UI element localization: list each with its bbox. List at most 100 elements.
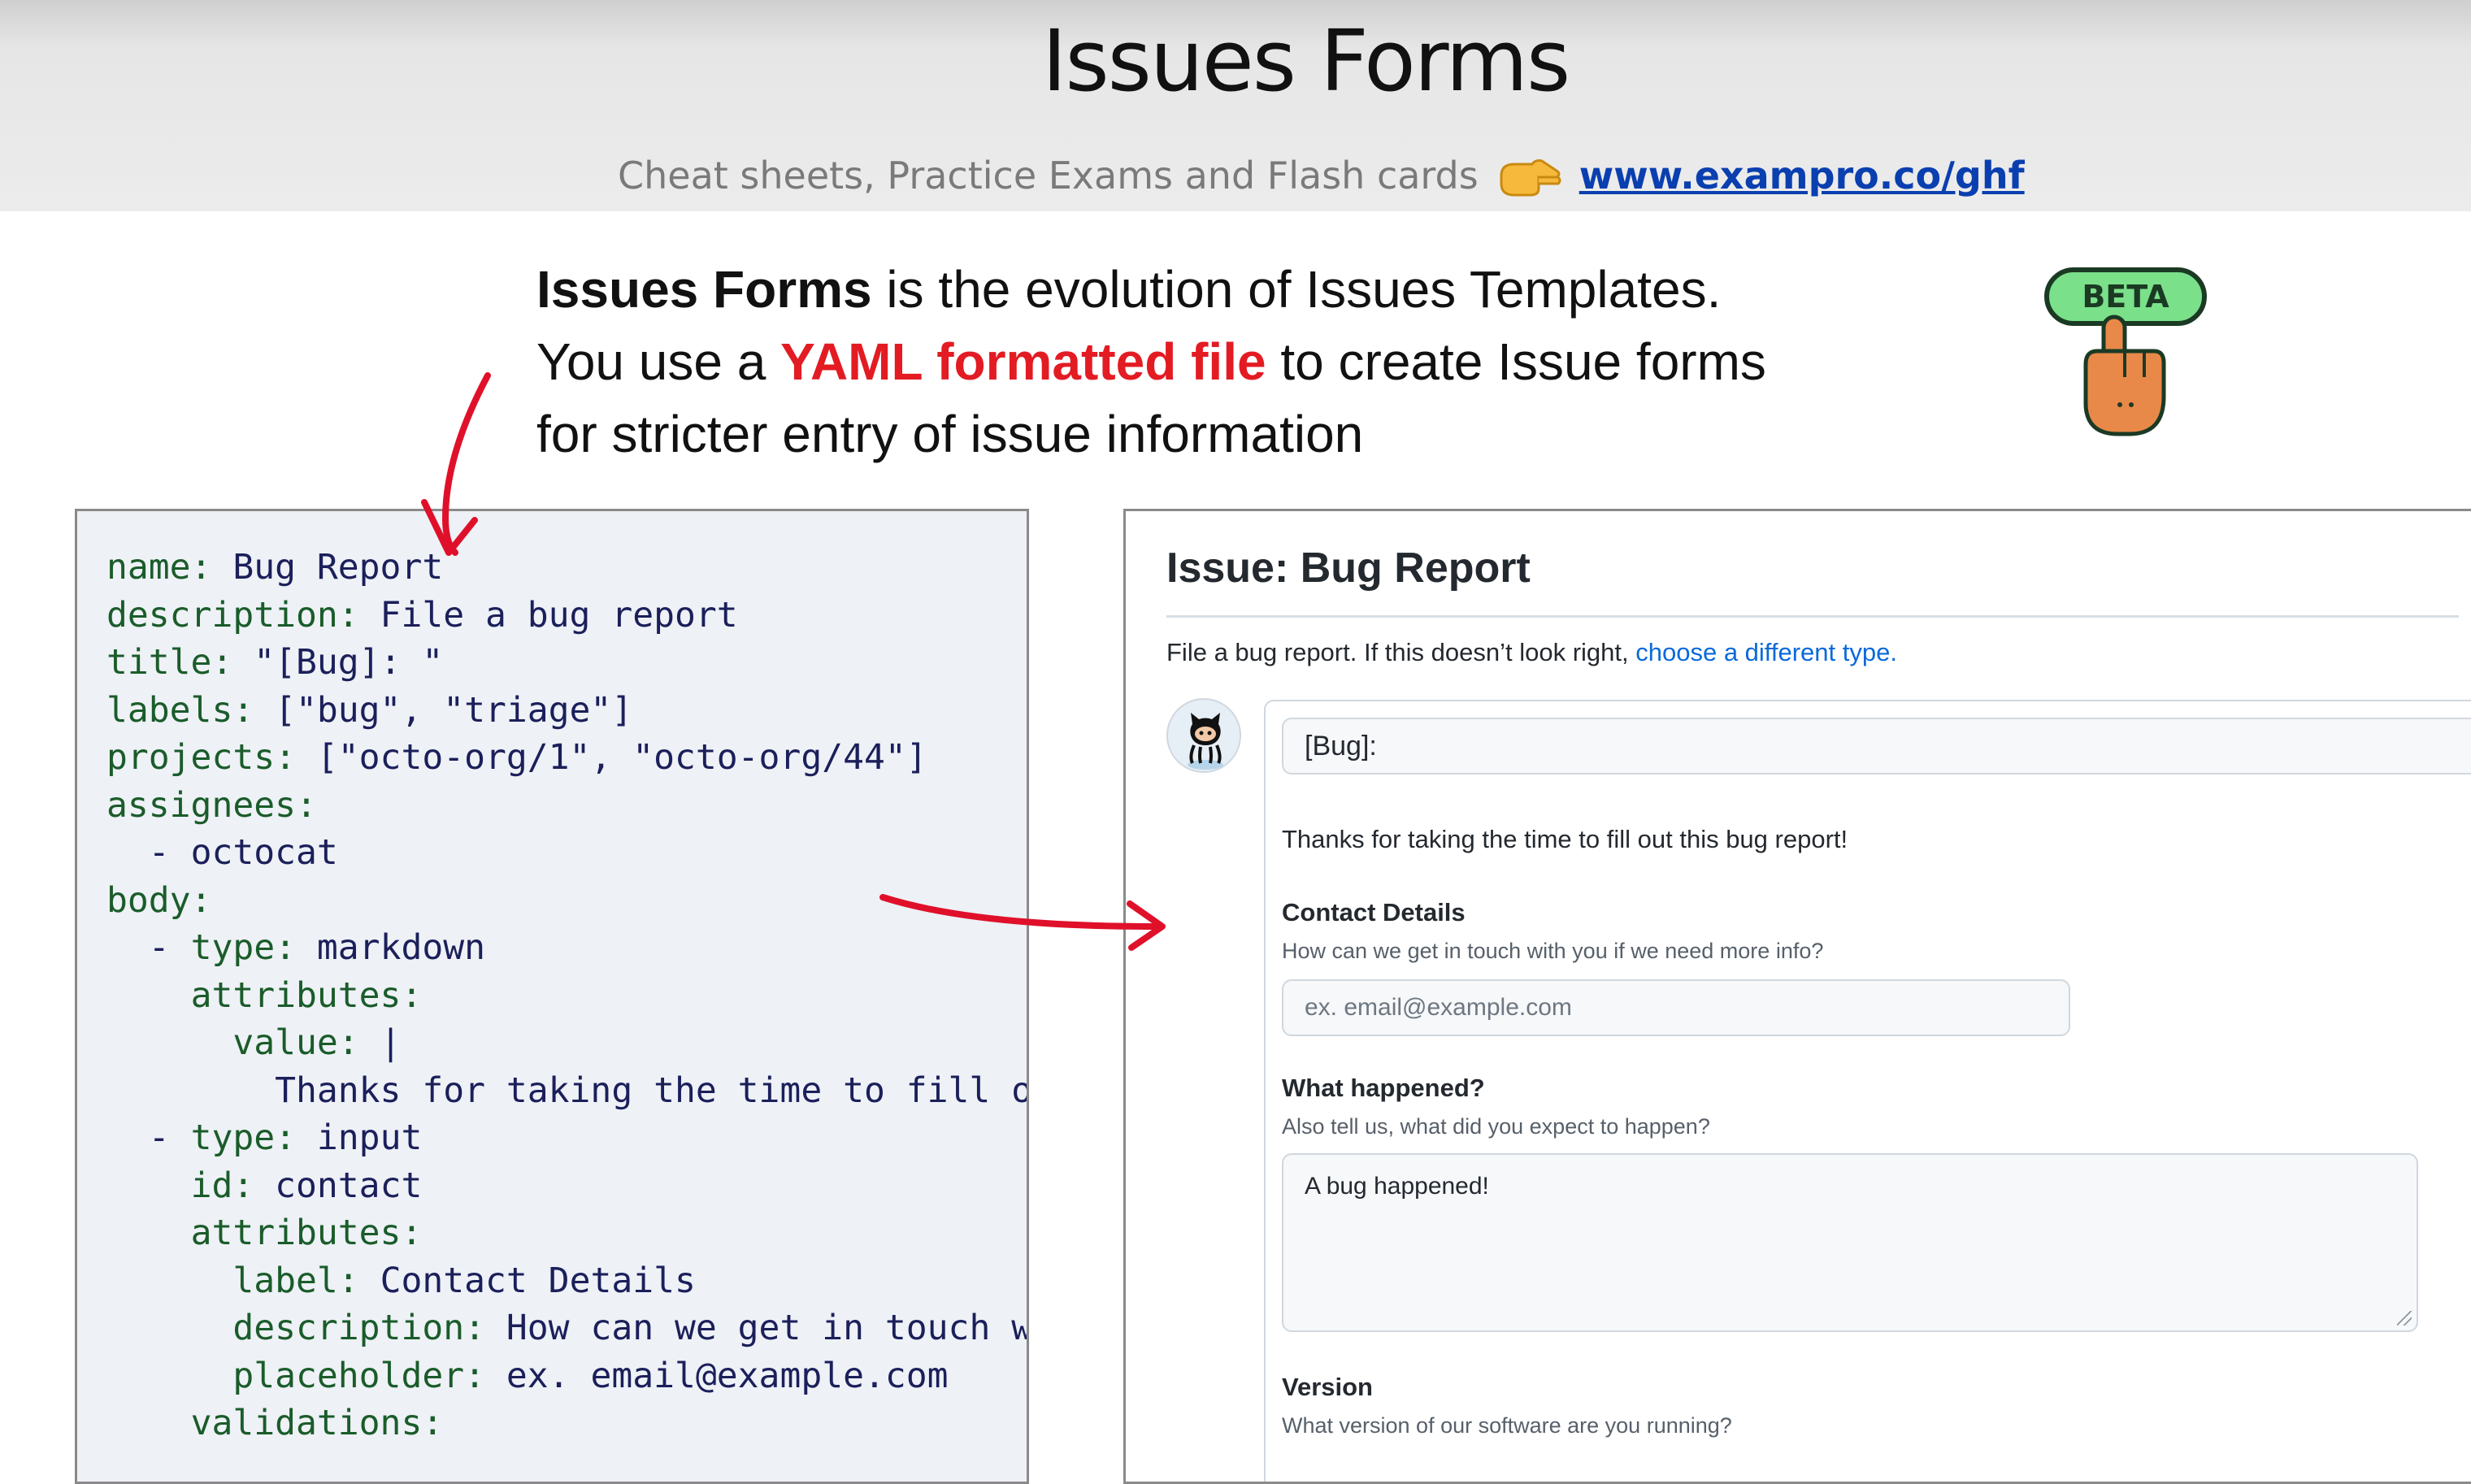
promo-bar: Cheat sheets, Practice Exams and Flash c… [618, 143, 2025, 208]
version-help: What version of our software are you run… [1282, 1413, 1732, 1438]
intro-bold-term: Issues Forms [536, 260, 872, 319]
intro-line-3: for stricter entry of issue information [536, 405, 1364, 463]
code-value: octocat [190, 832, 338, 873]
code-key: description: [232, 1308, 486, 1348]
code-line: description: File a bug report [106, 592, 1027, 640]
intro-line-2-end: to create Issue forms [1266, 332, 1766, 391]
code-value: Contact Details [358, 1260, 696, 1301]
what-happened-help: Also tell us, what did you expect to hap… [1282, 1114, 1710, 1139]
octocat-icon [1166, 698, 1241, 773]
code-key: value: [232, 1022, 359, 1063]
code-value: Bug Report [211, 547, 444, 588]
code-line: validations: [106, 1399, 1027, 1447]
form-description: File a bug report. If this doesn’t look … [1166, 638, 1897, 667]
issue-title-input[interactable]: [Bug]: [1282, 718, 2471, 775]
code-value: | [358, 1022, 402, 1063]
code-line: - type: markdown [106, 924, 1027, 972]
intro-line-2: You use a YAML formatted file to create … [536, 326, 1870, 398]
code-line: label: Contact Details [106, 1257, 1027, 1305]
resize-grip-icon[interactable] [2397, 1311, 2412, 1326]
contact-help: How can we get in touch with you if we n… [1282, 939, 1824, 963]
beta-label: BETA [2082, 279, 2169, 315]
pointing-hand-icon [1496, 151, 1561, 200]
code-line: labels: ["bug", "triage"] [106, 687, 1027, 735]
code-key: attributes: [190, 974, 423, 1016]
code-line: projects: ["octo-org/1", "octo-org/44"] [106, 734, 1027, 782]
intro-text: Issues Forms is the evolution of Issues … [536, 254, 1870, 471]
code-line: attributes: [106, 972, 1027, 1020]
code-key: type: [190, 1117, 297, 1158]
code-line: - type: input [106, 1114, 1027, 1162]
code-line: value: | [106, 1019, 1027, 1067]
intro-line-2-start: You use a [536, 332, 781, 391]
code-indent: - [106, 832, 191, 873]
what-happened-label: What happened? [1282, 1074, 1485, 1102]
code-indent: - [106, 927, 191, 968]
beta-badge: BETA [2040, 267, 2211, 437]
code-key: body: [106, 879, 212, 921]
intro-line-1: Issues Forms is the evolution of Issues … [536, 254, 1870, 326]
code-value: contact [254, 1165, 423, 1206]
hand-press-icon [2083, 315, 2166, 436]
what-happened-value: A bug happened! [1305, 1173, 1489, 1200]
code-value: File a bug report [358, 594, 738, 636]
code-value: Thanks for taking the time to fill out [275, 1070, 1029, 1111]
code-line: name: Bug Report [106, 544, 1027, 592]
slide-header: Issues Forms Cheat sheets, Practice Exam… [0, 0, 2471, 211]
code-line: title: "[Bug]: " [106, 639, 1027, 687]
form-divider [1166, 615, 2459, 618]
code-key: projects: [106, 737, 296, 778]
code-key: name: [106, 547, 212, 588]
code-key: validations: [190, 1403, 444, 1443]
code-key: type: [190, 927, 297, 968]
promo-link[interactable]: www.exampro.co/ghf [1579, 154, 2025, 197]
code-line: description: How can we get in touch wit… [106, 1304, 1027, 1352]
code-line: id: contact [106, 1162, 1027, 1210]
form-card: [Bug]: Thanks for taking the time to fil… [1264, 700, 2471, 1482]
promo-text: Cheat sheets, Practice Exams and Flash c… [618, 154, 1479, 197]
intro-line-1-rest: is the evolution of Issues Templates. [871, 260, 1722, 319]
code-line: attributes: [106, 1209, 1027, 1257]
contact-label: Contact Details [1282, 898, 1466, 926]
code-value: How can we get in touch with [506, 1308, 1027, 1348]
code-value: ex. email@example.com [485, 1355, 949, 1396]
code-line: assignees: [106, 782, 1027, 830]
issue-form-panel: Issue: Bug Report File a bug report. If … [1123, 509, 2471, 1484]
version-label: Version [1282, 1373, 1373, 1401]
code-line: - octocat [106, 829, 1027, 877]
form-intro-message: Thanks for taking the time to fill out t… [1282, 825, 1848, 853]
code-key: assignees: [106, 784, 317, 826]
code-key: labels: [106, 689, 254, 731]
code-key: label: [232, 1260, 359, 1301]
code-value: input [296, 1117, 423, 1158]
code-line: Thanks for taking the time to fill out [106, 1067, 1029, 1115]
form-title: Issue: Bug Report [1166, 545, 1531, 592]
code-indent: - [106, 1117, 191, 1158]
yaml-code-panel: name: Bug Report description: File a bug … [75, 509, 1029, 1484]
what-happened-textarea[interactable]: A bug happened! [1282, 1153, 2418, 1332]
code-key: placeholder: [232, 1355, 486, 1396]
yaml-code: name: Bug Report description: File a bug … [106, 544, 1029, 1447]
code-value: "[Bug]: " [232, 642, 444, 683]
contact-input[interactable]: ex. email@example.com [1282, 979, 2070, 1036]
code-line: body: [106, 877, 1027, 925]
code-value: ["bug", "triage"] [254, 689, 633, 731]
code-key: attributes: [190, 1213, 423, 1253]
code-value: ["octo-org/1", "octo-org/44"] [296, 737, 927, 778]
form-description-text: File a bug report. If this doesn’t look … [1166, 638, 1636, 666]
slide-title: Issues Forms [1041, 11, 1570, 111]
code-value: markdown [296, 927, 486, 968]
code-key: description: [106, 594, 359, 636]
choose-type-link[interactable]: choose a different type. [1635, 638, 1897, 666]
code-key: id: [190, 1165, 254, 1206]
code-key: title: [106, 642, 233, 683]
